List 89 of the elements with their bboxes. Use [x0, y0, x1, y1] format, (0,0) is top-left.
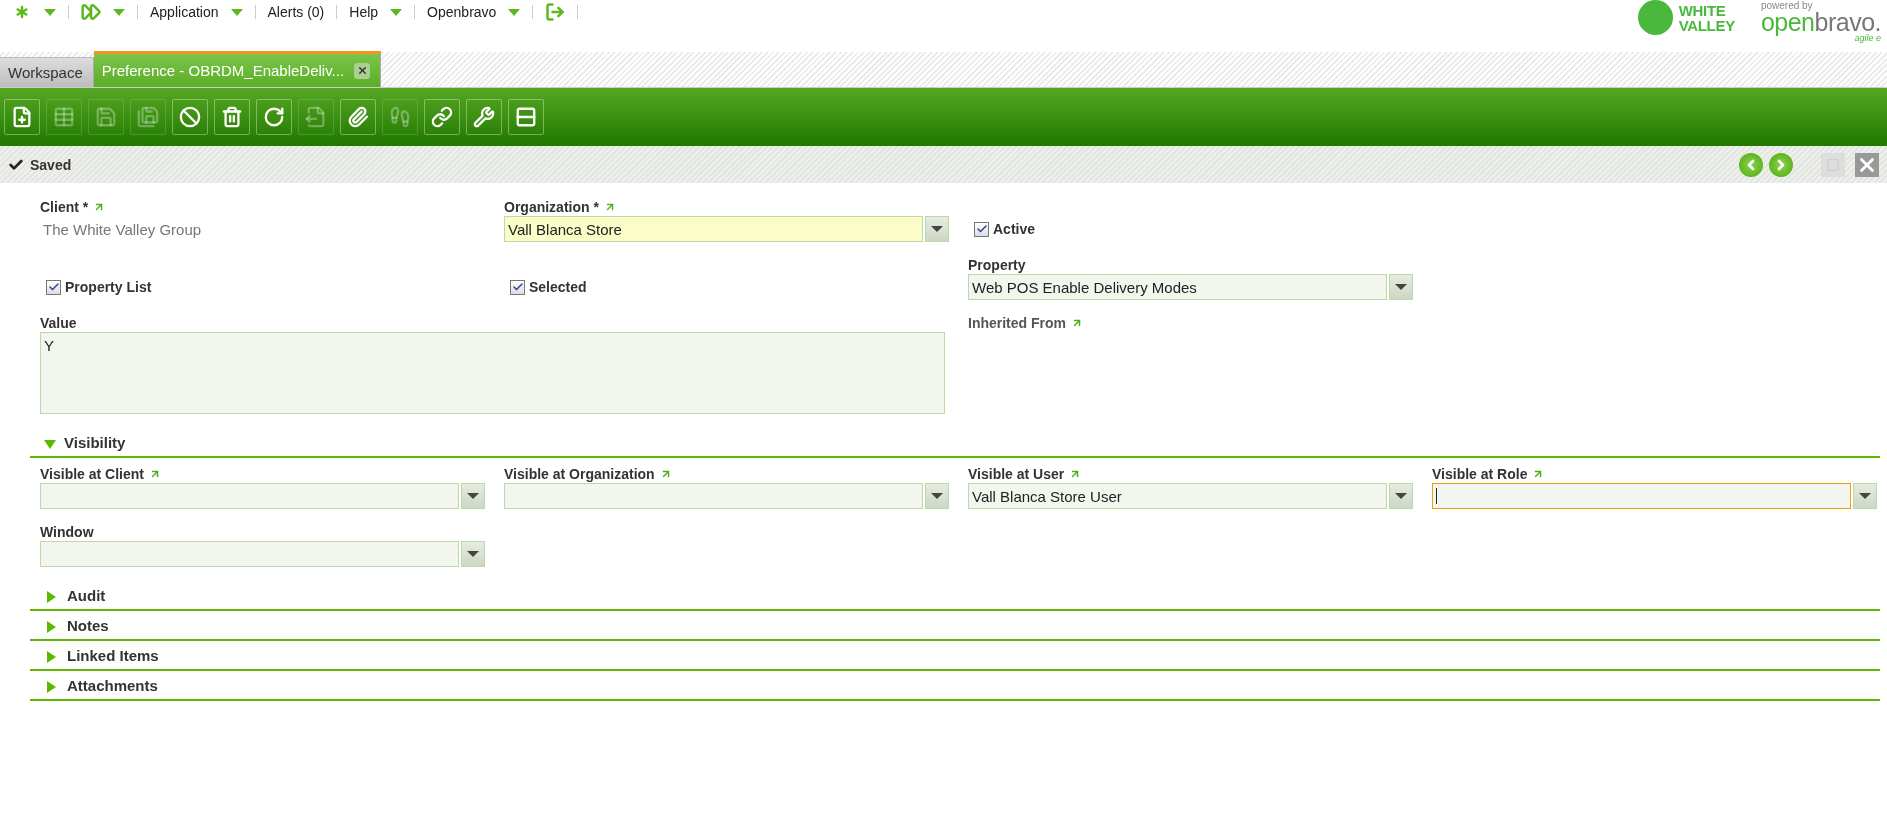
rows-icon: [515, 106, 537, 128]
attach-button[interactable]: [340, 99, 376, 135]
link-button[interactable]: [424, 99, 460, 135]
combo-field[interactable]: [40, 541, 459, 567]
check-icon: [975, 223, 988, 235]
field-label: Visible at Organization: [504, 466, 655, 482]
section-header[interactable]: Notes: [30, 611, 1880, 641]
tools-button[interactable]: [466, 99, 502, 135]
caret-icon[interactable]: [508, 8, 521, 16]
new-document-button[interactable]: [4, 99, 40, 135]
section-header[interactable]: Linked Items: [30, 641, 1880, 671]
footprints-icon: [389, 106, 411, 128]
previous-record-button[interactable]: [1739, 152, 1763, 177]
combo-field[interactable]: [1432, 483, 1851, 509]
dropdown-button[interactable]: [925, 216, 949, 242]
checkbox-label: Selected: [529, 279, 587, 295]
combo-field[interactable]: Web POS Enable Delivery Modes: [968, 274, 1387, 300]
tab[interactable]: Workspace: [0, 57, 94, 87]
caret-icon[interactable]: [230, 8, 243, 16]
caret-icon[interactable]: [113, 8, 125, 16]
table-icon: [53, 106, 75, 128]
powered-by-text: powered by: [1760, 0, 1814, 11]
section-header[interactable]: Audit: [30, 581, 1880, 611]
section-title[interactable]: Visibility: [64, 433, 126, 451]
combo-field[interactable]: [40, 483, 459, 509]
close-icon: [356, 65, 368, 76]
caret-icon[interactable]: [390, 8, 403, 16]
wrench-icon: [473, 106, 495, 128]
undo-button[interactable]: [172, 99, 208, 135]
field-label: Inherited From: [968, 315, 1066, 331]
logout-icon[interactable]: [545, 2, 566, 22]
readonly-value: The White Valley Group: [42, 219, 203, 240]
file-export-icon: [305, 106, 327, 128]
delete-button[interactable]: [214, 99, 250, 135]
menu-item[interactable]: Application: [150, 4, 219, 20]
caret-icon[interactable]: [44, 8, 56, 16]
chain-link-icon: [431, 106, 453, 128]
field-label: Visible at User: [968, 466, 1065, 482]
checkbox-label: Property List: [65, 279, 152, 295]
tab-close-button[interactable]: [354, 62, 371, 79]
file-plus-icon: [11, 106, 33, 128]
dropdown-button[interactable]: [1389, 483, 1413, 509]
dropdown-button[interactable]: [925, 483, 949, 509]
field-label: Organization *: [504, 199, 599, 215]
checkbox[interactable]: [974, 221, 989, 237]
floppy-icon: [95, 106, 117, 128]
combo-field[interactable]: Vall Blanca Store User: [968, 483, 1387, 509]
section-header[interactable]: Attachments: [30, 671, 1880, 701]
section-title[interactable]: Notes: [67, 616, 109, 634]
section-title[interactable]: Audit: [67, 586, 106, 604]
paperclip-icon: [347, 106, 369, 128]
dropdown-button[interactable]: [461, 483, 485, 509]
brand-logo-text: WHITE VALLEY: [1678, 2, 1735, 33]
status-message: Saved: [30, 156, 72, 173]
checkbox[interactable]: [46, 279, 61, 295]
combo-field[interactable]: [504, 483, 923, 509]
field-label: Window: [40, 524, 94, 540]
section-header[interactable]: Visibility: [30, 428, 1880, 458]
combo-field[interactable]: Vall Blanca Store: [504, 216, 923, 242]
field-label: Visible at Client: [40, 466, 144, 482]
checkbox[interactable]: [510, 279, 525, 295]
trash-icon: [221, 106, 243, 128]
section-title[interactable]: Attachments: [67, 676, 158, 694]
next-record-button[interactable]: [1769, 152, 1793, 177]
check-icon: [47, 281, 60, 293]
menu-item[interactable]: Alerts (0): [267, 4, 325, 20]
field-label: Client *: [40, 199, 89, 215]
text-cursor: [1436, 488, 1437, 504]
dropdown-button[interactable]: [1389, 274, 1413, 300]
split-view-button[interactable]: [508, 99, 544, 135]
dropdown-button[interactable]: [461, 541, 485, 567]
refresh-button[interactable]: [256, 99, 292, 135]
field-label: Value: [40, 315, 77, 331]
tagline-text: agile e: [1854, 33, 1881, 43]
fast-forward-icon[interactable]: [81, 2, 101, 22]
check-icon: [511, 281, 524, 293]
text-area[interactable]: Y: [40, 332, 945, 414]
menu-item[interactable]: Openbravo: [427, 4, 497, 20]
field-label: Visible at Role: [1432, 466, 1528, 482]
floppy-icon: [137, 106, 159, 128]
refresh-icon: [263, 106, 285, 128]
field-label: Property: [968, 257, 1026, 273]
globe-logo-icon: [1637, 0, 1673, 35]
section-title[interactable]: Linked Items: [67, 646, 159, 664]
checkbox-label: Active: [993, 221, 1036, 237]
menu-item[interactable]: Help: [349, 4, 379, 20]
dropdown-button[interactable]: [1853, 483, 1877, 509]
ban-icon: [179, 106, 201, 128]
close-button[interactable]: [1855, 152, 1879, 177]
